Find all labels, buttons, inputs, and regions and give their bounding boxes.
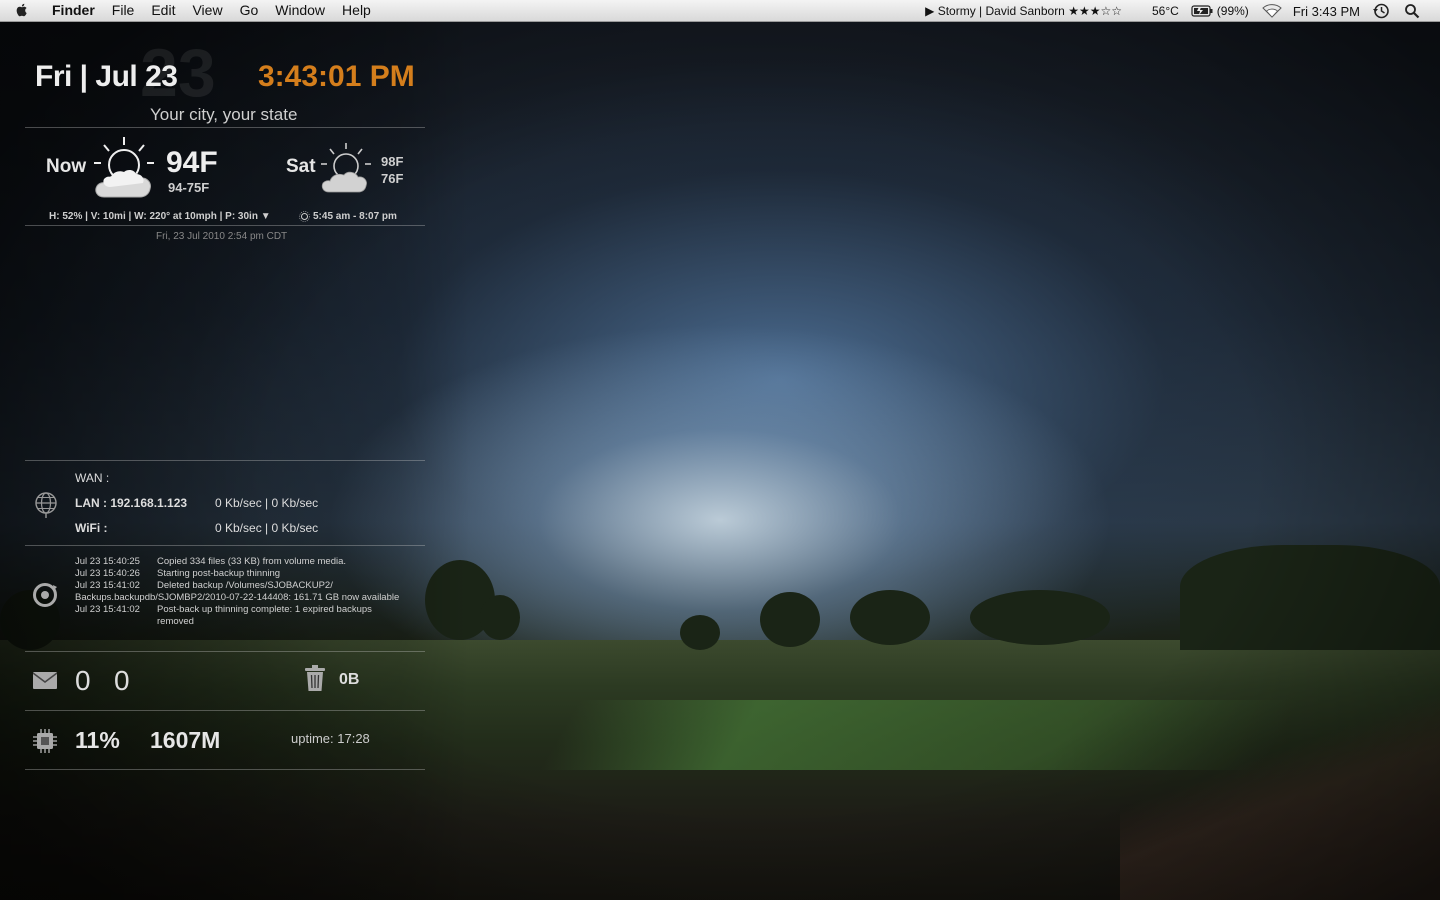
wallpaper-shade (0, 0, 470, 900)
wallpaper-tree (970, 590, 1110, 645)
divider (25, 769, 425, 770)
log-message: Deleted backup /Volumes/SJOBACKUP2/ (157, 580, 333, 591)
weather-partly-cloudy-icon (321, 143, 371, 193)
divider (25, 545, 425, 546)
log-entry: Jul 23 15:41:02 Deleted backup /Volumes/… (75, 580, 400, 592)
spotlight-icon[interactable] (1404, 3, 1420, 19)
globe-icon (35, 492, 57, 518)
divider (25, 127, 425, 128)
wallpaper-tree (1180, 545, 1440, 650)
time-display: 3:43:01 PM (258, 60, 415, 93)
divider (25, 710, 425, 711)
forecast-low: 76F (381, 171, 404, 186)
log-time: Jul 23 15:40:25 (75, 556, 140, 567)
weather-details: H: 52% | V: 10mi | W: 220° at 10mph | P:… (49, 211, 271, 222)
divider (25, 460, 425, 461)
menu-bar-right: ▶ Stormy | David Sanborn ★★★☆☆ 56°C (99%… (925, 2, 1440, 20)
weather-now-label: Now (46, 156, 87, 177)
cpu-icon (33, 729, 57, 753)
log-time: Jul 23 15:40:26 (75, 568, 140, 579)
weather-updated: Fri, 23 Jul 2010 2:54 pm CDT (156, 231, 288, 242)
menu-bar: Finder File Edit View Go Window Help ▶ S… (0, 0, 1440, 22)
wan-label: WAN : (75, 471, 110, 485)
log-time: Jul 23 15:41:02 (75, 580, 140, 591)
wifi-throughput: 0 Kb/sec | 0 Kb/sec (215, 521, 319, 535)
battery-icon (1191, 5, 1213, 17)
menu-file[interactable]: File (112, 2, 135, 18)
sun-icon (299, 211, 310, 222)
divider (25, 225, 425, 226)
battery-status[interactable]: (99%) (1191, 4, 1249, 18)
mail-icon (33, 672, 57, 689)
wifi-icon[interactable] (1261, 4, 1283, 18)
trash-size: 0B (339, 671, 360, 688)
log-message: Post-back up thinning complete: 1 expire… (157, 604, 372, 627)
menu-window[interactable]: Window (275, 2, 325, 18)
log-message: Backups.backupdb/SJOMBP2/2010-07-22-1444… (75, 592, 400, 603)
temperature-range: 94-75F (168, 180, 210, 195)
time-machine-icon[interactable] (1372, 2, 1390, 20)
log-entry: Jul 23 15:40:25 Copied 334 files (33 KB)… (75, 556, 400, 568)
divider (25, 651, 425, 652)
mail-total-count: 0 (114, 665, 130, 696)
now-playing[interactable]: ▶ Stormy | David Sanborn ★★★☆☆ (925, 4, 1122, 18)
log-message: Starting post-backup thinning (157, 568, 281, 579)
weather-forecast-day: Sat (286, 156, 316, 177)
wallpaper-tree (480, 595, 520, 640)
memory-usage: 1607M (150, 727, 221, 753)
sunrise-sunset: 5:45 am - 8:07 pm (313, 211, 397, 222)
menu-app-finder[interactable]: Finder (52, 2, 95, 18)
menu-clock[interactable]: Fri 3:43 PM (1293, 4, 1360, 19)
apple-icon[interactable] (14, 2, 30, 18)
lan-throughput: 0 Kb/sec | 0 Kb/sec (215, 496, 319, 510)
current-temperature: 94F (166, 146, 218, 179)
trash-icon (305, 665, 325, 691)
menu-edit[interactable]: Edit (151, 2, 175, 18)
lan-address: LAN : 192.168.1.123 (75, 496, 188, 510)
menu-bar-left: Finder File Edit View Go Window Help (14, 2, 388, 18)
log-message: Copied 334 files (33 KB) from volume med… (157, 556, 347, 567)
backup-icon (33, 583, 57, 607)
date-display: Fri | Jul 23 (35, 60, 178, 93)
battery-percent: (99%) (1216, 4, 1249, 18)
menu-go[interactable]: Go (240, 2, 259, 18)
wifi-label: WiFi : (75, 521, 108, 535)
log-entry: Jul 23 15:40:26 Starting post-backup thi… (75, 568, 400, 580)
forecast-high: 98F (381, 154, 404, 169)
cpu-usage: 11% (75, 727, 120, 753)
menu-help[interactable]: Help (342, 2, 371, 18)
location-label: Your city, your state (150, 105, 298, 124)
mail-unread-count: 0 (75, 665, 91, 696)
backup-log: Jul 23 15:40:25 Copied 334 files (33 KB)… (75, 556, 400, 628)
uptime: uptime: 17:28 (291, 731, 370, 746)
log-time: Jul 23 15:41:02 (75, 604, 140, 615)
log-entry: Backups.backupdb/SJOMBP2/2010-07-22-1444… (75, 592, 400, 604)
wallpaper-tree (680, 615, 720, 650)
menu-view[interactable]: View (192, 2, 222, 18)
cpu-temperature[interactable]: 56°C (1152, 4, 1179, 18)
wallpaper-path (1120, 670, 1440, 900)
wallpaper-tree (760, 592, 820, 647)
wallpaper-tree (850, 590, 930, 645)
weather-partly-cloudy-icon (94, 137, 154, 198)
log-entry: Jul 23 15:41:02 Post-back up thinning co… (75, 604, 400, 628)
